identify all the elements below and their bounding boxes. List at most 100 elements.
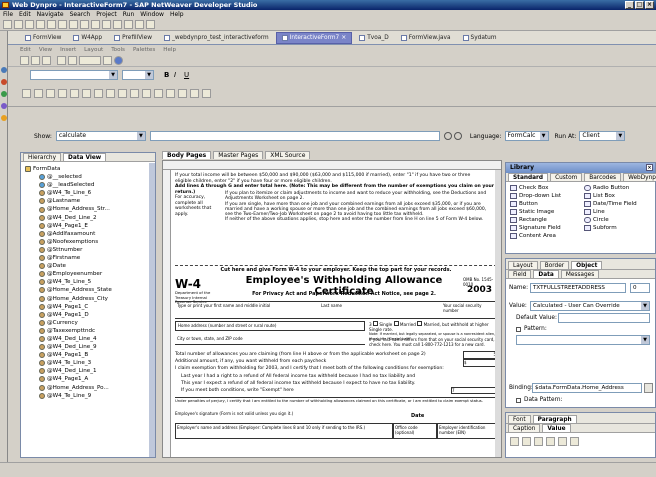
- print-icon[interactable]: [36, 20, 45, 29]
- justify-icon[interactable]: [58, 89, 67, 98]
- bold-button[interactable]: B: [164, 71, 169, 79]
- tab-font[interactable]: Font: [508, 415, 531, 423]
- paste-icon[interactable]: [69, 20, 78, 29]
- tree-item[interactable]: @W4_Page1_C: [25, 303, 153, 311]
- align-right-icon[interactable]: [534, 437, 543, 446]
- search-icon[interactable]: [113, 20, 122, 29]
- tree-item[interactable]: @Addlfaxamount: [25, 230, 153, 238]
- tab-messages[interactable]: Messages: [560, 270, 600, 278]
- tree-item[interactable]: @__leadSelected: [25, 181, 153, 189]
- tree-item[interactable]: @W4_Te_Line_9: [25, 392, 153, 400]
- library-signature-field[interactable]: Signature Field: [510, 224, 580, 232]
- line-5-field[interactable]: 5: [463, 351, 497, 359]
- tree-item[interactable]: @Date: [25, 262, 153, 270]
- tab-standard[interactable]: Standard: [508, 173, 549, 181]
- library-line[interactable]: Line: [584, 208, 650, 216]
- tree-item[interactable]: @W4_Page1_E: [25, 222, 153, 230]
- script-editor-field[interactable]: [149, 131, 440, 141]
- grid-icon[interactable]: [57, 55, 66, 65]
- center-page-icon[interactable]: [202, 89, 211, 98]
- tab-caption[interactable]: Caption: [508, 424, 541, 432]
- married-checkbox[interactable]: [393, 321, 399, 326]
- tab-field[interactable]: Field: [508, 270, 532, 278]
- married-higher-checkbox[interactable]: [417, 321, 423, 326]
- library-check-box[interactable]: Check Box: [510, 184, 580, 192]
- close-button[interactable]: ×: [645, 1, 654, 9]
- pattern-checkbox[interactable]: [516, 327, 521, 332]
- tab-value[interactable]: Value: [542, 424, 571, 432]
- paste-icon[interactable]: [42, 55, 51, 65]
- maximize-button[interactable]: □: [635, 1, 644, 9]
- tree-item[interactable]: @__selected: [25, 173, 153, 181]
- align-top-icon[interactable]: [70, 89, 79, 98]
- tab-xml-source[interactable]: XML Source: [265, 151, 311, 159]
- data-pattern-checkbox[interactable]: [516, 398, 521, 403]
- designer-menu-view[interactable]: View: [39, 46, 52, 54]
- library-dropdown-list[interactable]: Drop-down List: [510, 192, 580, 200]
- tab-sydatum[interactable]: Sydatum: [458, 32, 502, 44]
- group-icon[interactable]: [118, 89, 127, 98]
- menu-search[interactable]: Search: [70, 10, 91, 19]
- forward-icon[interactable]: [135, 20, 144, 29]
- pattern-select[interactable]: ▼: [516, 335, 650, 345]
- justify-icon[interactable]: [546, 437, 555, 446]
- external-tools-icon[interactable]: [102, 20, 111, 29]
- tab-formview[interactable]: FormView: [20, 32, 66, 44]
- close-icon[interactable]: ×: [646, 164, 653, 171]
- align-left-icon[interactable]: [22, 89, 31, 98]
- perspective-icon-2[interactable]: [1, 79, 7, 85]
- library-date-time-field[interactable]: Date/Time Field: [584, 200, 650, 208]
- tab-tvoa-d[interactable]: Tvoa_D: [354, 32, 393, 44]
- tab-barcodes[interactable]: Barcodes: [584, 173, 622, 181]
- align-center-icon[interactable]: [34, 89, 43, 98]
- tab-custom[interactable]: Custom: [550, 173, 583, 181]
- menu-edit[interactable]: Edit: [19, 10, 31, 19]
- menu-help[interactable]: Help: [170, 10, 184, 19]
- ein-field[interactable]: Employer identification number (EIN): [437, 423, 497, 439]
- office-code-field[interactable]: Office code (optional): [393, 423, 437, 439]
- city-field[interactable]: City or town, state, and ZIP code: [175, 335, 365, 345]
- script-check-icon[interactable]: [443, 132, 452, 140]
- tree-item[interactable]: @Sttnumber: [25, 246, 153, 254]
- perspective-icon-4[interactable]: [1, 103, 7, 109]
- tab-master-pages[interactable]: Master Pages: [213, 151, 264, 159]
- exempt-field[interactable]: 7: [451, 387, 497, 394]
- font-family-select[interactable]: ▼: [30, 70, 118, 80]
- pin-icon[interactable]: [146, 20, 155, 29]
- new-icon[interactable]: [3, 20, 12, 29]
- save-all-icon[interactable]: [25, 20, 34, 29]
- tree-item[interactable]: @Noofexemptions: [25, 238, 153, 246]
- binding-menu-button[interactable]: [644, 383, 653, 393]
- library-list-box[interactable]: List Box: [584, 192, 650, 200]
- tab-webdynpro-test[interactable]: _webdynpro_test_interactiveform: [159, 32, 274, 44]
- tree-scrollbar[interactable]: [149, 163, 155, 457]
- perspective-icon-1[interactable]: [1, 67, 7, 73]
- tree-item[interactable]: @Home_Address_State: [25, 286, 153, 294]
- form-canvas[interactable]: If your total income will be between $50…: [162, 160, 502, 458]
- close-tab-icon[interactable]: ×: [341, 32, 346, 44]
- library-rectangle[interactable]: Rectangle: [510, 216, 580, 224]
- tab-w4app[interactable]: W4App: [68, 32, 107, 44]
- tab-hierarchy[interactable]: Hierarchy: [23, 153, 62, 161]
- line-6-field[interactable]: $: [463, 359, 497, 367]
- indent-icon[interactable]: [558, 437, 567, 446]
- copy-icon[interactable]: [31, 55, 40, 65]
- tree-item[interactable]: @Firstname: [25, 254, 153, 262]
- tree-item[interactable]: @W4_Page1_B: [25, 351, 153, 359]
- designer-menu-help[interactable]: Help: [163, 46, 176, 54]
- tree-root[interactable]: FormData: [25, 165, 153, 173]
- binding-field[interactable]: $data.FormData.Home_Address: [532, 383, 642, 393]
- show-select[interactable]: calculate ▼: [55, 131, 146, 141]
- distribute-icon[interactable]: [106, 89, 115, 98]
- value-type-select[interactable]: Calculated - User Can Override ▼: [530, 301, 650, 311]
- language-select[interactable]: FormCalc ▼: [504, 131, 549, 141]
- designer-menu-edit[interactable]: Edit: [20, 46, 31, 54]
- tree-item[interactable]: @Lastname: [25, 197, 153, 205]
- menu-project[interactable]: Project: [96, 10, 117, 19]
- menu-file[interactable]: File: [3, 10, 13, 19]
- help-icon[interactable]: [114, 55, 123, 65]
- menu-run[interactable]: Run: [123, 10, 135, 19]
- tree-item[interactable]: @W4_Te_Line_6: [25, 189, 153, 197]
- align-bottom-icon[interactable]: [94, 89, 103, 98]
- tree-item[interactable]: @W4_Ded_Line_2: [25, 214, 153, 222]
